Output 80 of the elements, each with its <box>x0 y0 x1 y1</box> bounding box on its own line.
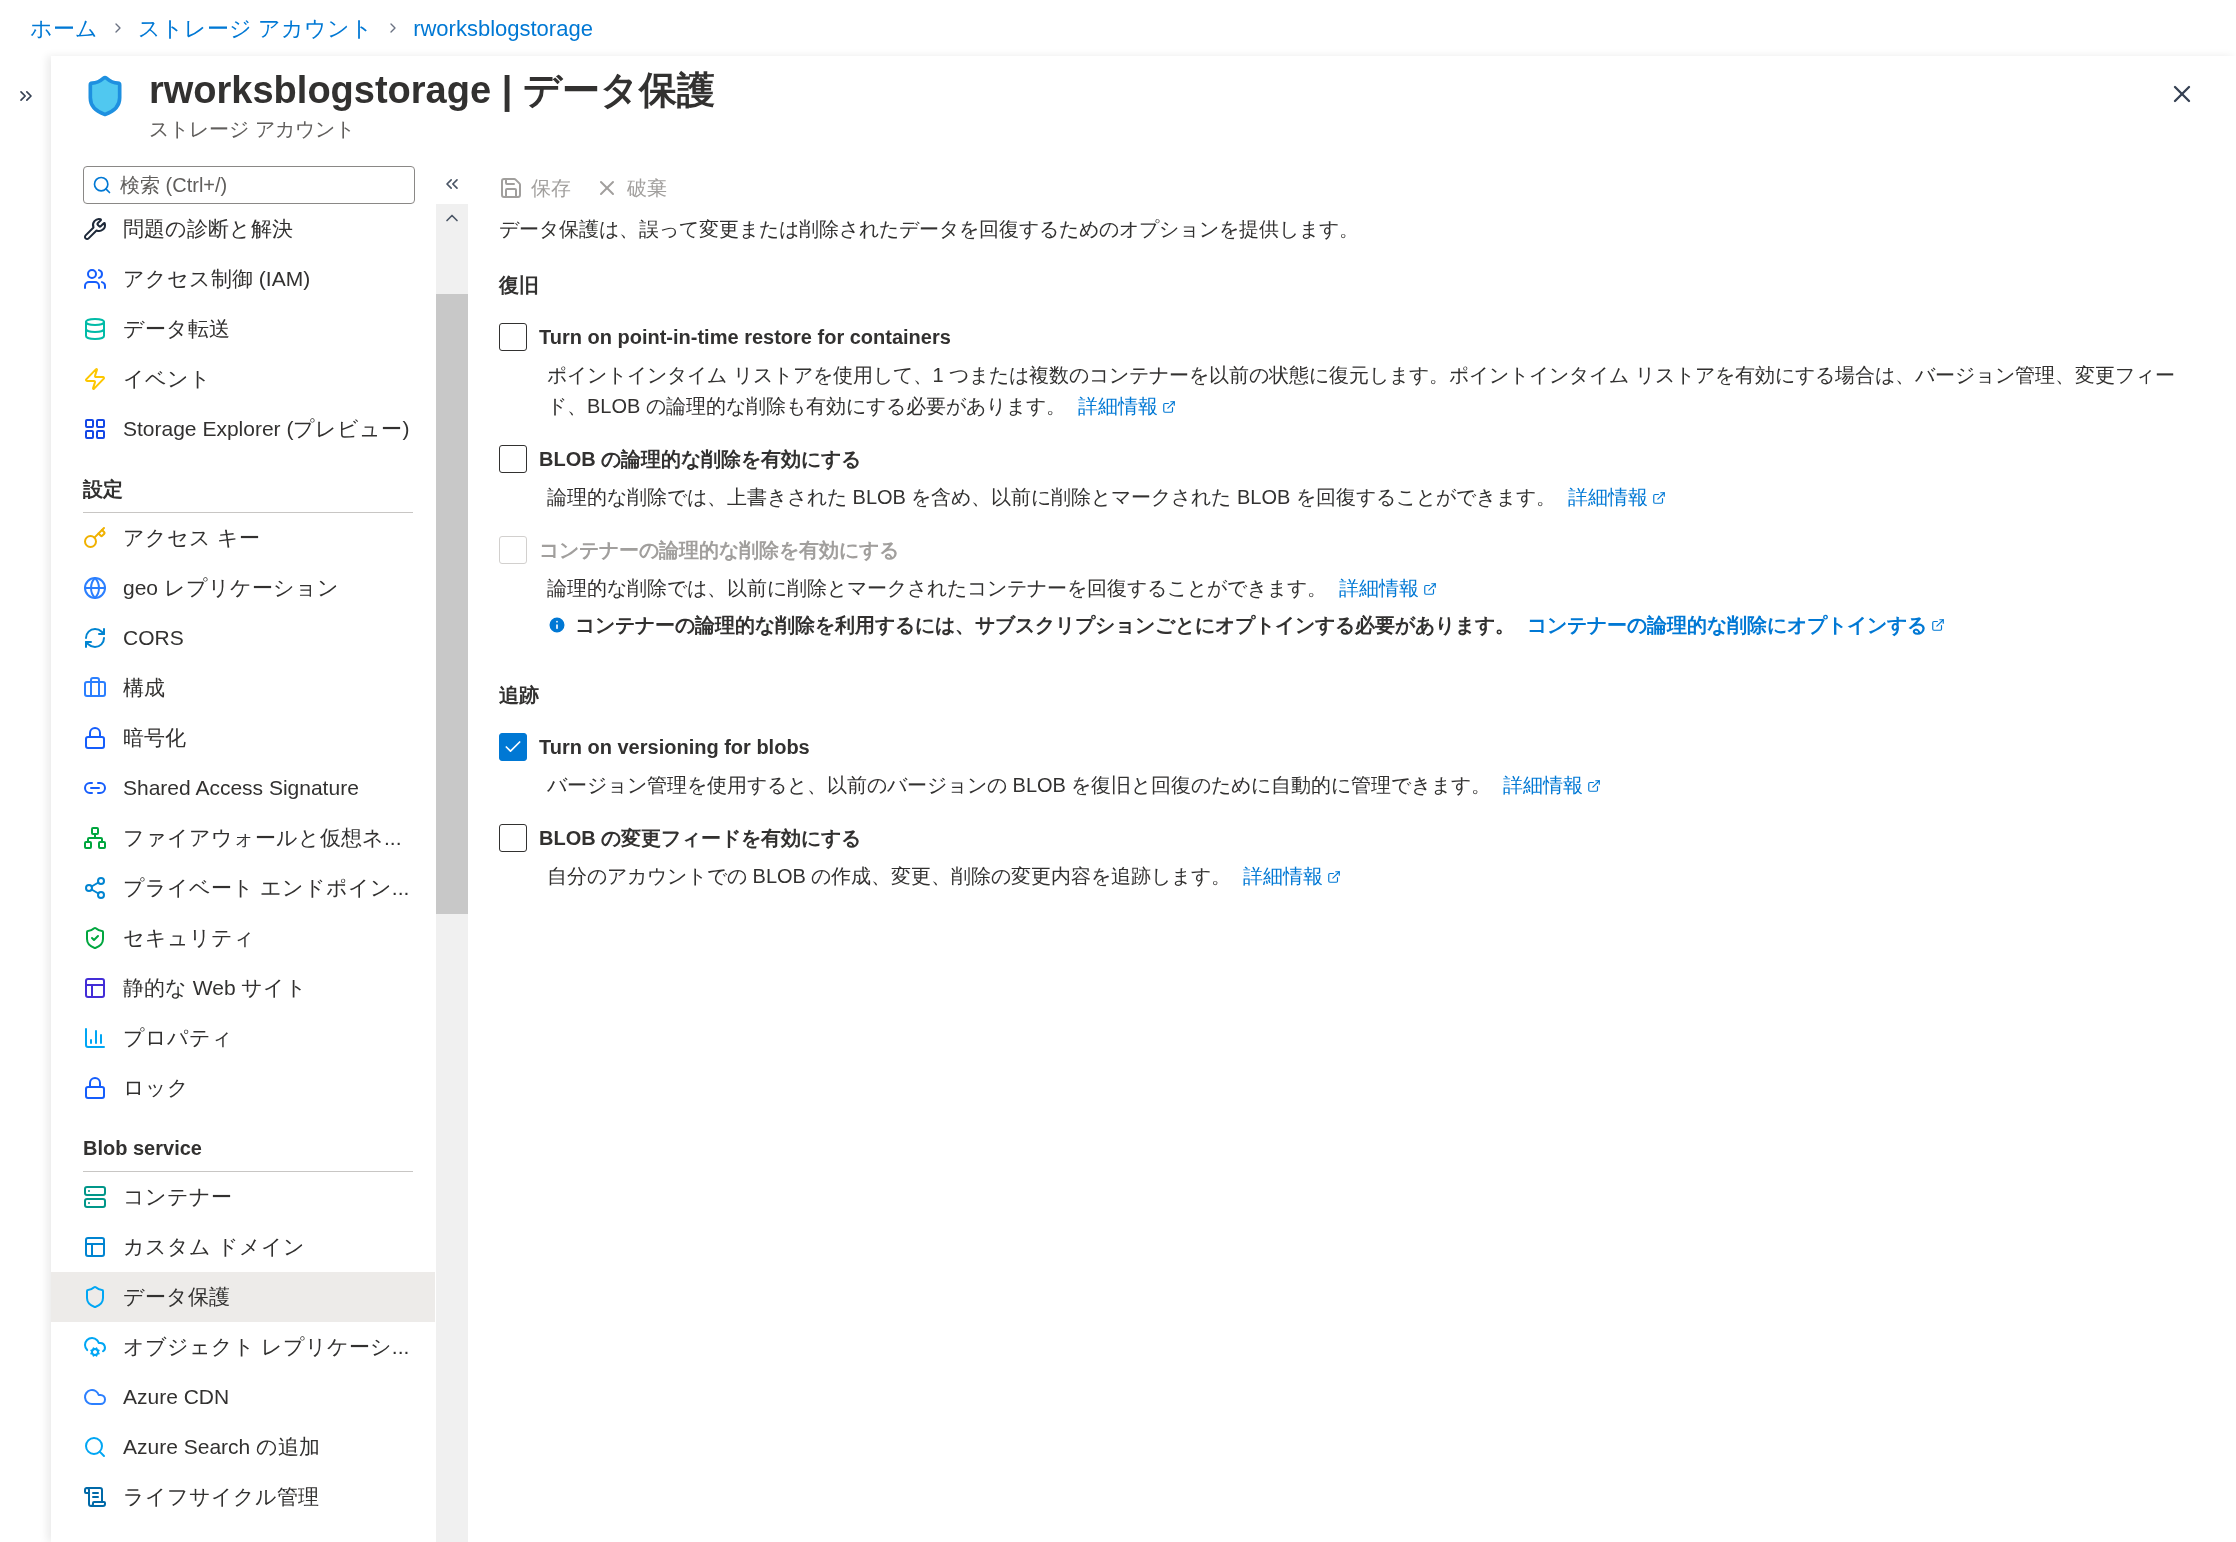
menu-item[interactable]: Azure CDN <box>51 1372 435 1422</box>
menu-item[interactable]: ライフサイクル管理 <box>51 1472 435 1522</box>
option-label: コンテナーの論理的な削除を有効にする <box>539 538 899 563</box>
menu-item[interactable]: CORS <box>51 613 435 663</box>
breadcrumb-link[interactable]: rworksblogstorage <box>413 11 593 45</box>
lock-icon <box>83 1076 107 1100</box>
menu-item[interactable]: データ転送 <box>51 304 435 354</box>
shield-icon <box>83 926 107 950</box>
breadcrumb-link[interactable]: ストレージ アカウント <box>138 11 374 45</box>
option-label: Turn on point-in-time restore for containers <box>539 325 951 350</box>
external-link-icon <box>1931 618 1945 632</box>
menu-item[interactable]: アクセス制御 (IAM) <box>51 254 435 304</box>
menu-item[interactable]: ロック <box>51 1063 435 1113</box>
wrench-icon <box>83 217 107 241</box>
section-heading: 復旧 <box>499 273 540 298</box>
menu-item[interactable]: Storage Explorer (プレビュー) <box>51 404 435 454</box>
page-subtitle: ストレージ アカウント <box>149 117 356 142</box>
menu-item[interactable]: プロパティ <box>51 1013 435 1063</box>
external-link-icon <box>1327 869 1342 884</box>
save-icon <box>499 176 523 200</box>
checkbox[interactable] <box>499 824 527 852</box>
search-icon <box>92 175 112 195</box>
globe-icon <box>83 576 107 600</box>
option-label: BLOB の変更フィードを有効にする <box>539 826 862 851</box>
learn-more-link[interactable]: 詳細情報 <box>1567 482 1666 513</box>
menu-item[interactable]: イベント <box>51 354 435 404</box>
shield-icon <box>83 1285 107 1309</box>
search-field[interactable]: 検索 (Ctrl+/) <box>83 166 415 204</box>
intro-text: データ保護は、誤って変更または削除されたデータを回復するためのオプションを提供します。 <box>499 217 1360 242</box>
menu-item[interactable]: カスタム ドメイン <box>51 1222 435 1272</box>
learn-more-link[interactable]: 詳細情報 <box>1077 391 1176 422</box>
menu-item[interactable]: 問題の診断と解決 <box>51 204 435 254</box>
section-heading: Blob service <box>83 1133 413 1172</box>
option-description: 論理的な削除では、以前に削除とマークされたコンテナーを回復することができます。 詳細情報 <box>499 573 2179 604</box>
scrollbar[interactable] <box>436 204 468 1542</box>
option-label: Turn on versioning for blobs <box>539 735 810 760</box>
menu-item[interactable]: Shared Access Signature <box>51 763 435 813</box>
checkbox[interactable] <box>499 733 527 761</box>
scroll-thumb[interactable] <box>436 294 468 914</box>
learn-more-link[interactable]: 詳細情報 <box>1503 770 1602 801</box>
menu-item[interactable]: データ保護 <box>51 1272 435 1322</box>
option-description: 自分のアカウントでの BLOB の作成、変更、削除の変更内容を追跡します。 詳細情報 <box>499 861 2179 892</box>
lock-icon <box>83 726 107 750</box>
external-link-icon <box>1587 778 1602 793</box>
checkbox[interactable] <box>499 445 527 473</box>
menu-item[interactable]: Azure Search の追加 <box>51 1422 435 1472</box>
section-heading: 設定 <box>83 474 413 513</box>
menu-item[interactable]: 静的な Web サイト <box>51 963 435 1013</box>
info-icon <box>547 615 567 635</box>
menu-item[interactable]: プライベート エンドポイン... <box>51 863 435 913</box>
checkbox[interactable] <box>499 323 527 351</box>
menu-item[interactable]: 暗号化 <box>51 713 435 763</box>
menu-item[interactable]: geo レプリケーション <box>51 563 435 613</box>
key-icon <box>83 526 107 550</box>
option-description: ポイントインタイム リストアを使用して、1 つまたは複数のコンテナーを以前の状態に復元します。ポイントインタイム リストアを有効にする場合は、バージョン管理、変更フィード、BLOB の論理的な削除も有効にする必要があります。 詳細情報 <box>499 360 2179 422</box>
learn-more-link[interactable]: 詳細情報 <box>1243 861 1342 892</box>
menu-item[interactable]: セキュリティ <box>51 913 435 963</box>
scroll-icon <box>83 1485 107 1509</box>
breadcrumb-link[interactable]: ホーム <box>30 11 98 45</box>
lightning-icon <box>83 367 107 391</box>
bars-icon <box>83 1026 107 1050</box>
cloud-icon <box>83 1335 107 1359</box>
menu-item[interactable]: オブジェクト レプリケーシ... <box>51 1322 435 1372</box>
external-link-icon <box>1423 581 1437 596</box>
menu-item[interactable]: アクセス キー <box>51 513 435 563</box>
briefcase-icon <box>83 676 107 700</box>
menu-item[interactable]: 構成 <box>51 663 435 713</box>
page-title: rworksblogstorage | データ保護 <box>149 68 715 114</box>
search-placeholder: 検索 (Ctrl+/) <box>120 173 228 198</box>
option-description: バージョン管理を使用すると、以前のバージョンの BLOB を復旧と回復のために自動的に管理できます。 詳細情報 <box>499 770 2179 801</box>
grid-icon <box>83 417 107 441</box>
external-link-icon <box>1651 490 1666 505</box>
option-label: BLOB の論理的な削除を有効にする <box>539 447 862 472</box>
external-link-icon <box>1161 399 1176 414</box>
menu-item[interactable]: コンテナー <box>51 1172 435 1222</box>
people-icon <box>83 267 107 291</box>
info-message: コンテナーの論理的な削除を利用するには、サブスクリプションごとにオプトインする必要があります。 コンテナーの論理的な削除にオプトインする <box>575 610 1945 640</box>
menu-item[interactable]: ファイアウォールと仮想ネ... <box>51 813 435 863</box>
option-description: 論理的な削除では、上書きされた BLOB を含め、以前に削除とマークされた BLOB を回復することができます。 詳細情報 <box>499 482 2179 513</box>
section-heading: 追跡 <box>499 683 540 708</box>
